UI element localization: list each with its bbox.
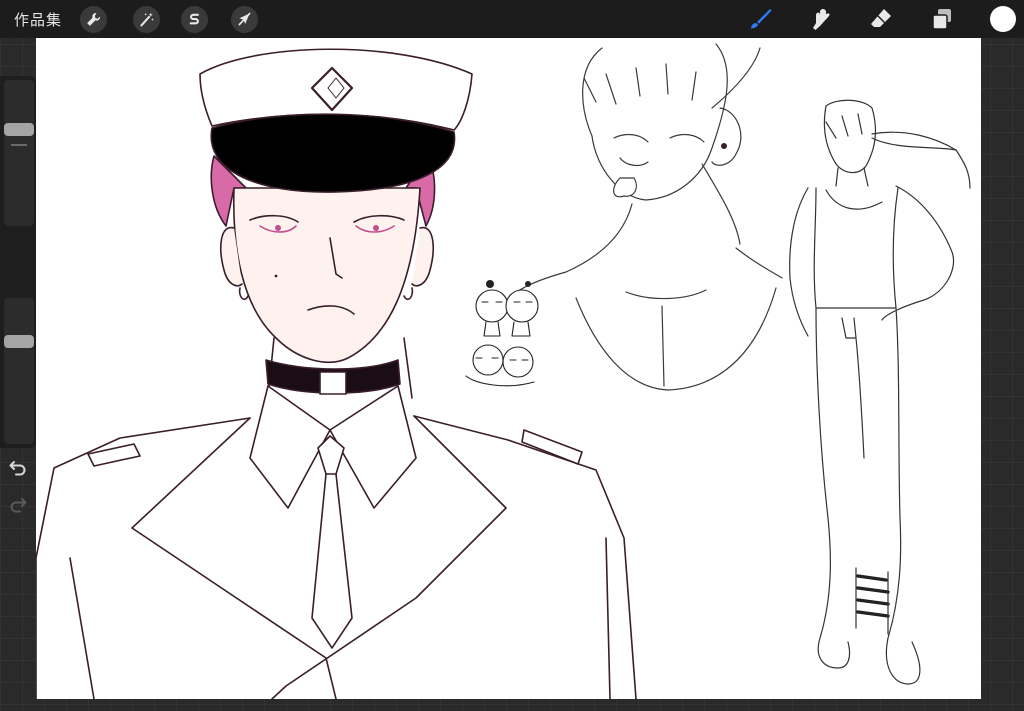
- selection-button[interactable]: [181, 6, 208, 33]
- adjustments-button[interactable]: [133, 6, 160, 33]
- magic-wand-icon: [140, 12, 154, 27]
- chibi-doodles: [465, 280, 539, 387]
- selection-s-icon: [189, 13, 199, 25]
- redo-arrow-icon[interactable]: [8, 494, 28, 514]
- layers-button[interactable]: [929, 6, 955, 32]
- eraser-icon: [871, 9, 891, 27]
- wrench-icon: [87, 13, 100, 26]
- opacity-slider[interactable]: [4, 298, 34, 444]
- transform-button[interactable]: [231, 6, 258, 33]
- smudge-tool-button[interactable]: [808, 6, 834, 32]
- paint-tool-button[interactable]: [747, 6, 773, 32]
- artwork: [36, 43, 971, 699]
- slider-tick: [11, 144, 27, 146]
- top-toolbar: 作品集: [0, 0, 1024, 38]
- arrow-cursor-icon: [238, 12, 251, 26]
- undo-arrow-icon[interactable]: [8, 457, 28, 477]
- fullbody-sketch: [789, 99, 971, 685]
- sidebar: [0, 76, 36, 513]
- brush-size-thumb[interactable]: [4, 122, 34, 136]
- main-figure: [36, 48, 637, 699]
- tongue-sketch: [505, 43, 783, 391]
- color-swatch-button[interactable]: [990, 6, 1016, 32]
- brush-icon: [751, 9, 772, 29]
- brush-size-slider[interactable]: [4, 80, 34, 226]
- smudge-icon: [813, 9, 830, 30]
- layers-icon: [932, 9, 951, 30]
- drawing-canvas[interactable]: [36, 38, 981, 699]
- actions-button[interactable]: [80, 6, 107, 33]
- erase-tool-button[interactable]: [868, 6, 894, 32]
- gallery-button[interactable]: 作品集: [14, 9, 62, 30]
- opacity-thumb[interactable]: [4, 335, 34, 349]
